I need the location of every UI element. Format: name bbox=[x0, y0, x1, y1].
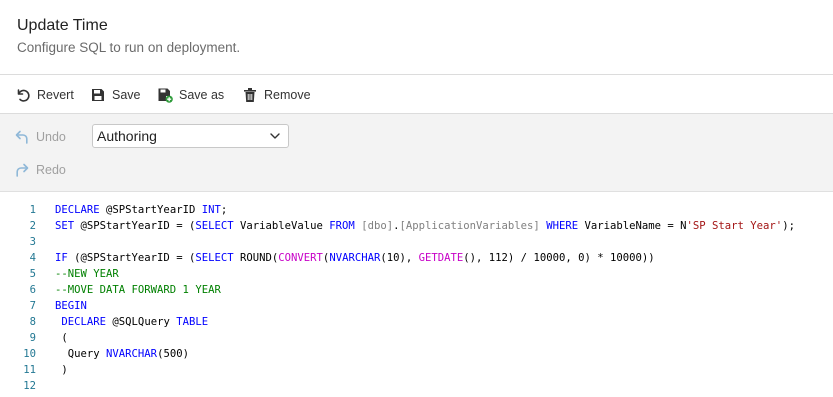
code-line[interactable]: 6 --MOVE DATA FORWARD 1 YEAR bbox=[0, 282, 833, 298]
page-header: Update Time Configure SQL to run on depl… bbox=[0, 0, 833, 74]
code-token: (@SPStartYearID = ( bbox=[67, 252, 196, 264]
code-token: --MOVE DATA FORWARD 1 YEAR bbox=[55, 284, 221, 296]
code-token: ROUND( bbox=[233, 252, 279, 264]
page-subtitle: Configure SQL to run on deployment. bbox=[17, 40, 241, 55]
code-token: @SPStartYearID = ( bbox=[74, 220, 196, 232]
undo-icon bbox=[15, 130, 28, 144]
code-token: VariableName = N bbox=[578, 220, 687, 232]
code-token: IF bbox=[55, 252, 68, 264]
undo-button[interactable]: Undo bbox=[14, 128, 66, 146]
line-number: 7 bbox=[29, 300, 36, 312]
line-number: 4 bbox=[29, 252, 36, 264]
line-number: 10 bbox=[23, 348, 36, 360]
code-token: DECLARE bbox=[55, 204, 100, 216]
redo-label: Redo bbox=[36, 163, 66, 177]
code-editor[interactable]: 1 DECLARE @SPStartYearID INT; 2 SET @SPStar… bbox=[0, 202, 833, 397]
code-text: DECLARE @SPStartYearID INT; bbox=[55, 202, 227, 218]
code-token: GETDATE bbox=[418, 252, 464, 264]
editor-toolbar: Undo Redo Authoring bbox=[0, 114, 833, 191]
save-as-label: Save as bbox=[179, 88, 225, 102]
code-line[interactable]: 5 --NEW YEAR bbox=[0, 266, 833, 282]
code-token: 'SP Start Year' bbox=[686, 220, 783, 232]
code-token: @SQLQuery bbox=[106, 316, 177, 328]
revert-label: Revert bbox=[37, 88, 74, 102]
line-number: 5 bbox=[29, 268, 36, 280]
code-token: (10), bbox=[380, 252, 419, 264]
code-text: BEGIN bbox=[55, 298, 87, 314]
code-token: SELECT bbox=[195, 252, 234, 264]
code-token: @SPStartYearID bbox=[99, 204, 202, 216]
undo-label: Undo bbox=[36, 130, 66, 144]
code-token: (), 112) / 10000, 0) * 10000)) bbox=[463, 252, 655, 264]
remove-button[interactable]: Remove bbox=[242, 85, 311, 105]
code-token: DECLARE bbox=[61, 316, 107, 328]
line-number: 6 bbox=[29, 284, 36, 296]
editor-divider bbox=[0, 191, 833, 192]
code-line[interactable]: 4 IF (@SPStartYearID = (SELECT ROUND(CONV… bbox=[0, 250, 833, 266]
redo-button[interactable]: Redo bbox=[14, 161, 66, 179]
code-token: [dbo] bbox=[361, 220, 394, 232]
code-line[interactable]: 12 bbox=[0, 378, 833, 394]
code-token: NVARCHAR bbox=[329, 252, 381, 264]
code-token: WHERE bbox=[546, 220, 579, 232]
code-token: FROM bbox=[329, 220, 355, 232]
code-token: SET bbox=[55, 220, 75, 232]
code-text: DECLARE @SQLQuery TABLE bbox=[55, 314, 208, 330]
code-token: SELECT bbox=[195, 220, 234, 232]
code-token: [ApplicationVariables] bbox=[399, 220, 540, 232]
code-token: VariableValue bbox=[233, 220, 330, 232]
code-token: (500) bbox=[157, 348, 189, 360]
code-token: BEGIN bbox=[55, 300, 87, 312]
code-token: NVARCHAR bbox=[106, 348, 158, 360]
revert-icon bbox=[17, 89, 30, 102]
code-token: ) bbox=[55, 364, 68, 376]
save-as-icon bbox=[158, 88, 173, 103]
code-token: ; bbox=[220, 204, 228, 216]
code-text: Query NVARCHAR(500) bbox=[55, 346, 189, 362]
line-number: 2 bbox=[29, 220, 36, 232]
save-as-button[interactable]: Save as bbox=[157, 85, 224, 105]
code-line[interactable]: 11 ) bbox=[0, 362, 833, 378]
code-text: SET @SPStartYearID = (SELECT VariableVal… bbox=[55, 218, 795, 234]
code-token: INT bbox=[201, 204, 221, 216]
chevron-down-icon bbox=[270, 133, 280, 139]
revert-button[interactable]: Revert bbox=[15, 85, 74, 105]
code-line[interactable]: 9 ( bbox=[0, 330, 833, 346]
line-number: 1 bbox=[29, 204, 36, 216]
code-line[interactable]: 8 DECLARE @SQLQuery TABLE bbox=[0, 314, 833, 330]
code-token: Query bbox=[55, 348, 107, 360]
code-token: ( bbox=[55, 332, 68, 344]
page-title: Update Time bbox=[17, 17, 108, 34]
code-line[interactable]: 10 Query NVARCHAR(500) bbox=[0, 346, 833, 362]
save-button[interactable]: Save bbox=[90, 85, 141, 105]
mode-select-value: Authoring bbox=[97, 128, 157, 144]
code-text: --NEW YEAR bbox=[55, 266, 119, 282]
code-token: ); bbox=[782, 220, 795, 232]
code-text: --MOVE DATA FORWARD 1 YEAR bbox=[55, 282, 221, 298]
code-line[interactable]: 7 BEGIN bbox=[0, 298, 833, 314]
line-number: 11 bbox=[23, 364, 36, 376]
line-number: 12 bbox=[23, 380, 36, 392]
line-number: 9 bbox=[29, 332, 36, 344]
line-number: 3 bbox=[29, 236, 36, 248]
redo-icon bbox=[16, 163, 29, 177]
action-toolbar: Revert Save Save as Remove bbox=[0, 75, 833, 113]
code-line[interactable]: 3 bbox=[0, 234, 833, 250]
save-icon bbox=[92, 89, 104, 101]
code-text: IF (@SPStartYearID = (SELECT ROUND(CONVE… bbox=[55, 250, 655, 266]
code-text: ( bbox=[55, 330, 68, 346]
save-label: Save bbox=[112, 88, 141, 102]
code-line[interactable]: 2 SET @SPStartYearID = (SELECT VariableVa… bbox=[0, 218, 833, 234]
code-token: CONVERT bbox=[278, 252, 323, 264]
line-number: 8 bbox=[29, 316, 36, 328]
mode-select[interactable]: Authoring bbox=[92, 124, 289, 148]
code-text: ) bbox=[55, 362, 68, 378]
code-line[interactable]: 1 DECLARE @SPStartYearID INT; bbox=[0, 202, 833, 218]
code-token: TABLE bbox=[176, 316, 209, 328]
remove-label: Remove bbox=[264, 88, 311, 102]
trash-icon bbox=[244, 88, 256, 102]
code-token: --NEW YEAR bbox=[55, 268, 119, 280]
